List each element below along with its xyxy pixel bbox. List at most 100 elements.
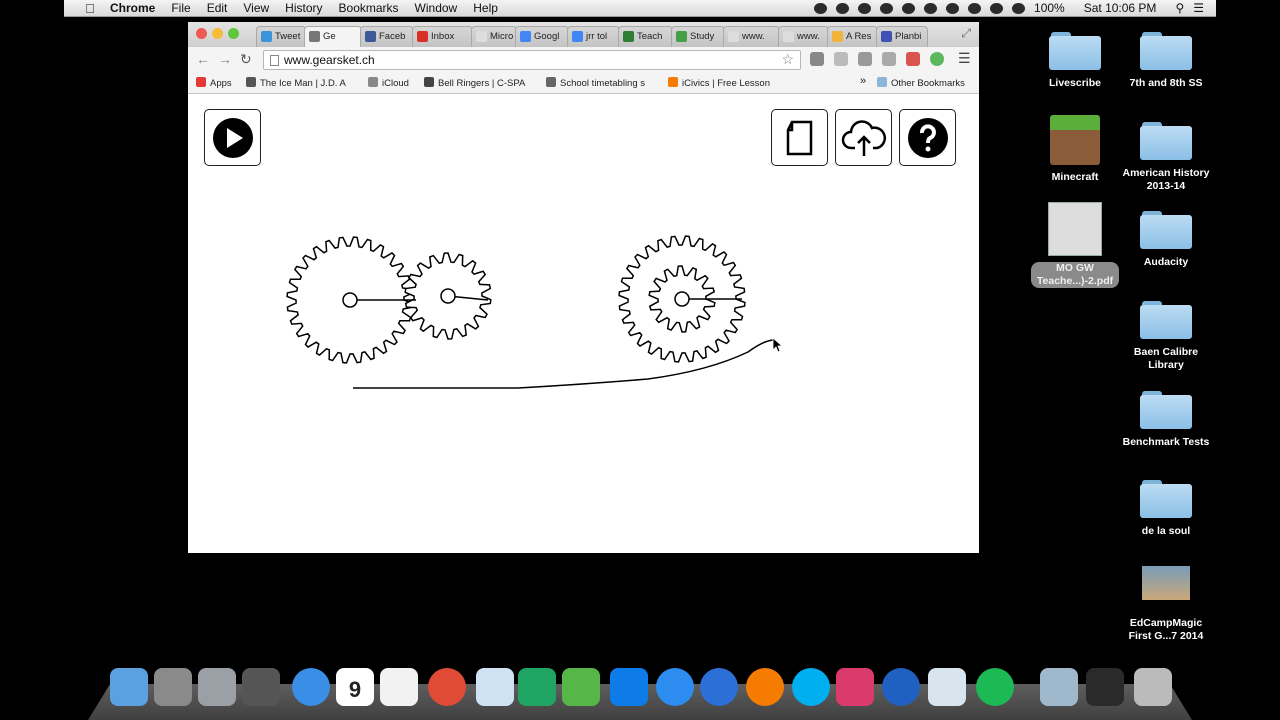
wifi-icon[interactable] [990,2,1004,14]
safari-icon[interactable] [292,668,330,706]
google-drive-icon[interactable] [518,668,556,706]
tab-3[interactable]: Inbox [412,26,473,47]
photo-booth-icon[interactable] [242,668,280,706]
desktop-item-livescribe[interactable]: Livescribe [1030,32,1120,90]
preview-icon[interactable] [928,668,966,706]
bookmark-star-icon[interactable]: ☆ [781,51,794,68]
bookmarks-overflow[interactable]: » [860,75,866,87]
tab-11[interactable]: A Res [827,26,878,47]
gear-canvas[interactable] [188,94,979,553]
photo-app-icon[interactable] [836,668,874,706]
menu-window[interactable]: Window [407,1,466,15]
bookmark-item-3[interactable]: Bell Ringers | C-SPA [424,77,525,89]
gear-axle[interactable] [342,292,358,308]
menu-help[interactable]: Help [465,1,506,15]
gear-axle[interactable] [674,291,690,307]
battery-percent[interactable]: 100% [1034,1,1065,15]
tab-12[interactable]: Planbi [876,26,928,47]
tab-4[interactable]: Micro [471,26,517,47]
minimize-window-icon[interactable] [212,28,223,39]
headphones-icon[interactable] [880,2,894,14]
zoom-window-icon[interactable] [228,28,239,39]
notification-center-icon[interactable]: ☰ [1193,1,1204,15]
address-bar[interactable]: www.gearsket.ch ☆ [263,50,801,70]
calendar-icon[interactable]: 9 [336,668,374,706]
cast-icon[interactable] [858,52,872,66]
desktop-item-american-history[interactable]: American History 2013-14 [1121,122,1211,193]
trash-icon[interactable] [1134,668,1172,706]
bookmark-item-1[interactable]: The Ice Man | J.D. A [246,77,346,89]
close-window-icon[interactable] [196,28,207,39]
desktop-item-edcampmagic[interactable]: EdCampMagic First G...7 2014 [1121,566,1211,643]
spotlight-icon[interactable]: ⚲ [1175,1,1184,15]
forward-icon[interactable]: → [218,51,232,67]
itunes-icon[interactable] [700,668,738,706]
folder-icon[interactable] [1086,668,1124,706]
tab-0[interactable]: Tweet [256,26,306,47]
bookmark-item-5[interactable]: iCivics | Free Lesson [668,77,770,89]
apple-icon[interactable]:  [78,1,102,16]
reload-icon[interactable]: ↻ [240,51,252,67]
tab-6[interactable]: jrr tol [567,26,620,47]
menu-bookmarks[interactable]: Bookmarks [331,1,407,15]
app-store-icon[interactable] [656,668,694,706]
extension-icon[interactable] [882,52,896,66]
skype-icon[interactable] [792,668,830,706]
tab-9[interactable]: www. [723,26,780,47]
notification-icon[interactable] [924,2,938,14]
menu-edit[interactable]: Edit [199,1,236,15]
fullscreen-icon[interactable]: ⤢ [961,26,971,41]
desktop-item-audacity[interactable]: Audacity [1121,211,1211,269]
launchpad-icon[interactable] [198,668,236,706]
record-icon[interactable] [814,2,828,14]
desktop-item-pdf[interactable]: MO GW Teache...)-2.pdf [1030,202,1120,288]
tab-1[interactable]: Ge [304,26,362,47]
desktop-item-baen-calibre[interactable]: Baen Calibre Library [1121,301,1211,372]
bookmark-item-2[interactable]: iCloud [368,77,409,89]
downloads-icon[interactable] [1040,668,1078,706]
tab-label: www. [797,31,820,42]
evernote-icon[interactable] [562,668,600,706]
bluetooth-icon[interactable] [968,2,982,14]
chrome-icon[interactable] [428,668,466,706]
chrome-menu-icon[interactable]: ☰ [958,50,971,67]
other-bookmarks[interactable]: Other Bookmarks [877,77,965,89]
bookmark-item-4[interactable]: School timetabling s [546,77,645,89]
tab-label: Faceb [379,31,406,42]
desktop-item-7th-8th-ss[interactable]: 7th and 8th SS [1121,32,1211,90]
reminders-icon[interactable] [380,668,418,706]
quicktime-icon[interactable] [882,668,920,706]
bookmark-item-0[interactable]: Apps [196,77,232,89]
desktop-item-benchmark-tests[interactable]: Benchmark Tests [1121,391,1211,449]
system-preferences-icon[interactable] [154,668,192,706]
ibooks-icon[interactable] [746,668,784,706]
extension-icon[interactable] [810,52,824,66]
spotify-icon[interactable] [976,668,1014,706]
rocket-icon[interactable] [906,52,920,66]
dropbox-tray-icon[interactable] [858,2,872,14]
tab-5[interactable]: Googl [515,26,569,47]
desktop-item-de-la-soul[interactable]: de la soul [1121,480,1211,538]
menu-file[interactable]: File [163,1,198,15]
time-machine-icon[interactable] [946,2,960,14]
menu-app-name[interactable]: Chrome [102,1,163,15]
extension-icon[interactable] [834,52,848,66]
pdf-document-icon [1048,202,1102,256]
tab-2[interactable]: Faceb [360,26,414,47]
cloud-icon[interactable] [902,2,916,14]
back-icon[interactable]: ← [196,51,210,67]
tab-10[interactable]: www. [778,26,829,47]
clock[interactable]: Sat 10:06 PM [1084,1,1157,15]
menu-view[interactable]: View [235,1,277,15]
pixelmator-icon[interactable] [476,668,514,706]
tab-8[interactable]: Study [671,26,725,47]
menu-history[interactable]: History [277,1,330,15]
desktop-item-minecraft[interactable]: Minecraft [1030,115,1120,184]
dropbox-icon[interactable] [610,668,648,706]
gear-axle[interactable] [440,288,456,304]
evernote-tray-icon[interactable] [836,2,850,14]
finder-icon[interactable] [110,668,148,706]
volume-icon[interactable] [1012,2,1026,14]
evernote-icon[interactable] [930,52,944,66]
tab-7[interactable]: Teach [618,26,673,47]
